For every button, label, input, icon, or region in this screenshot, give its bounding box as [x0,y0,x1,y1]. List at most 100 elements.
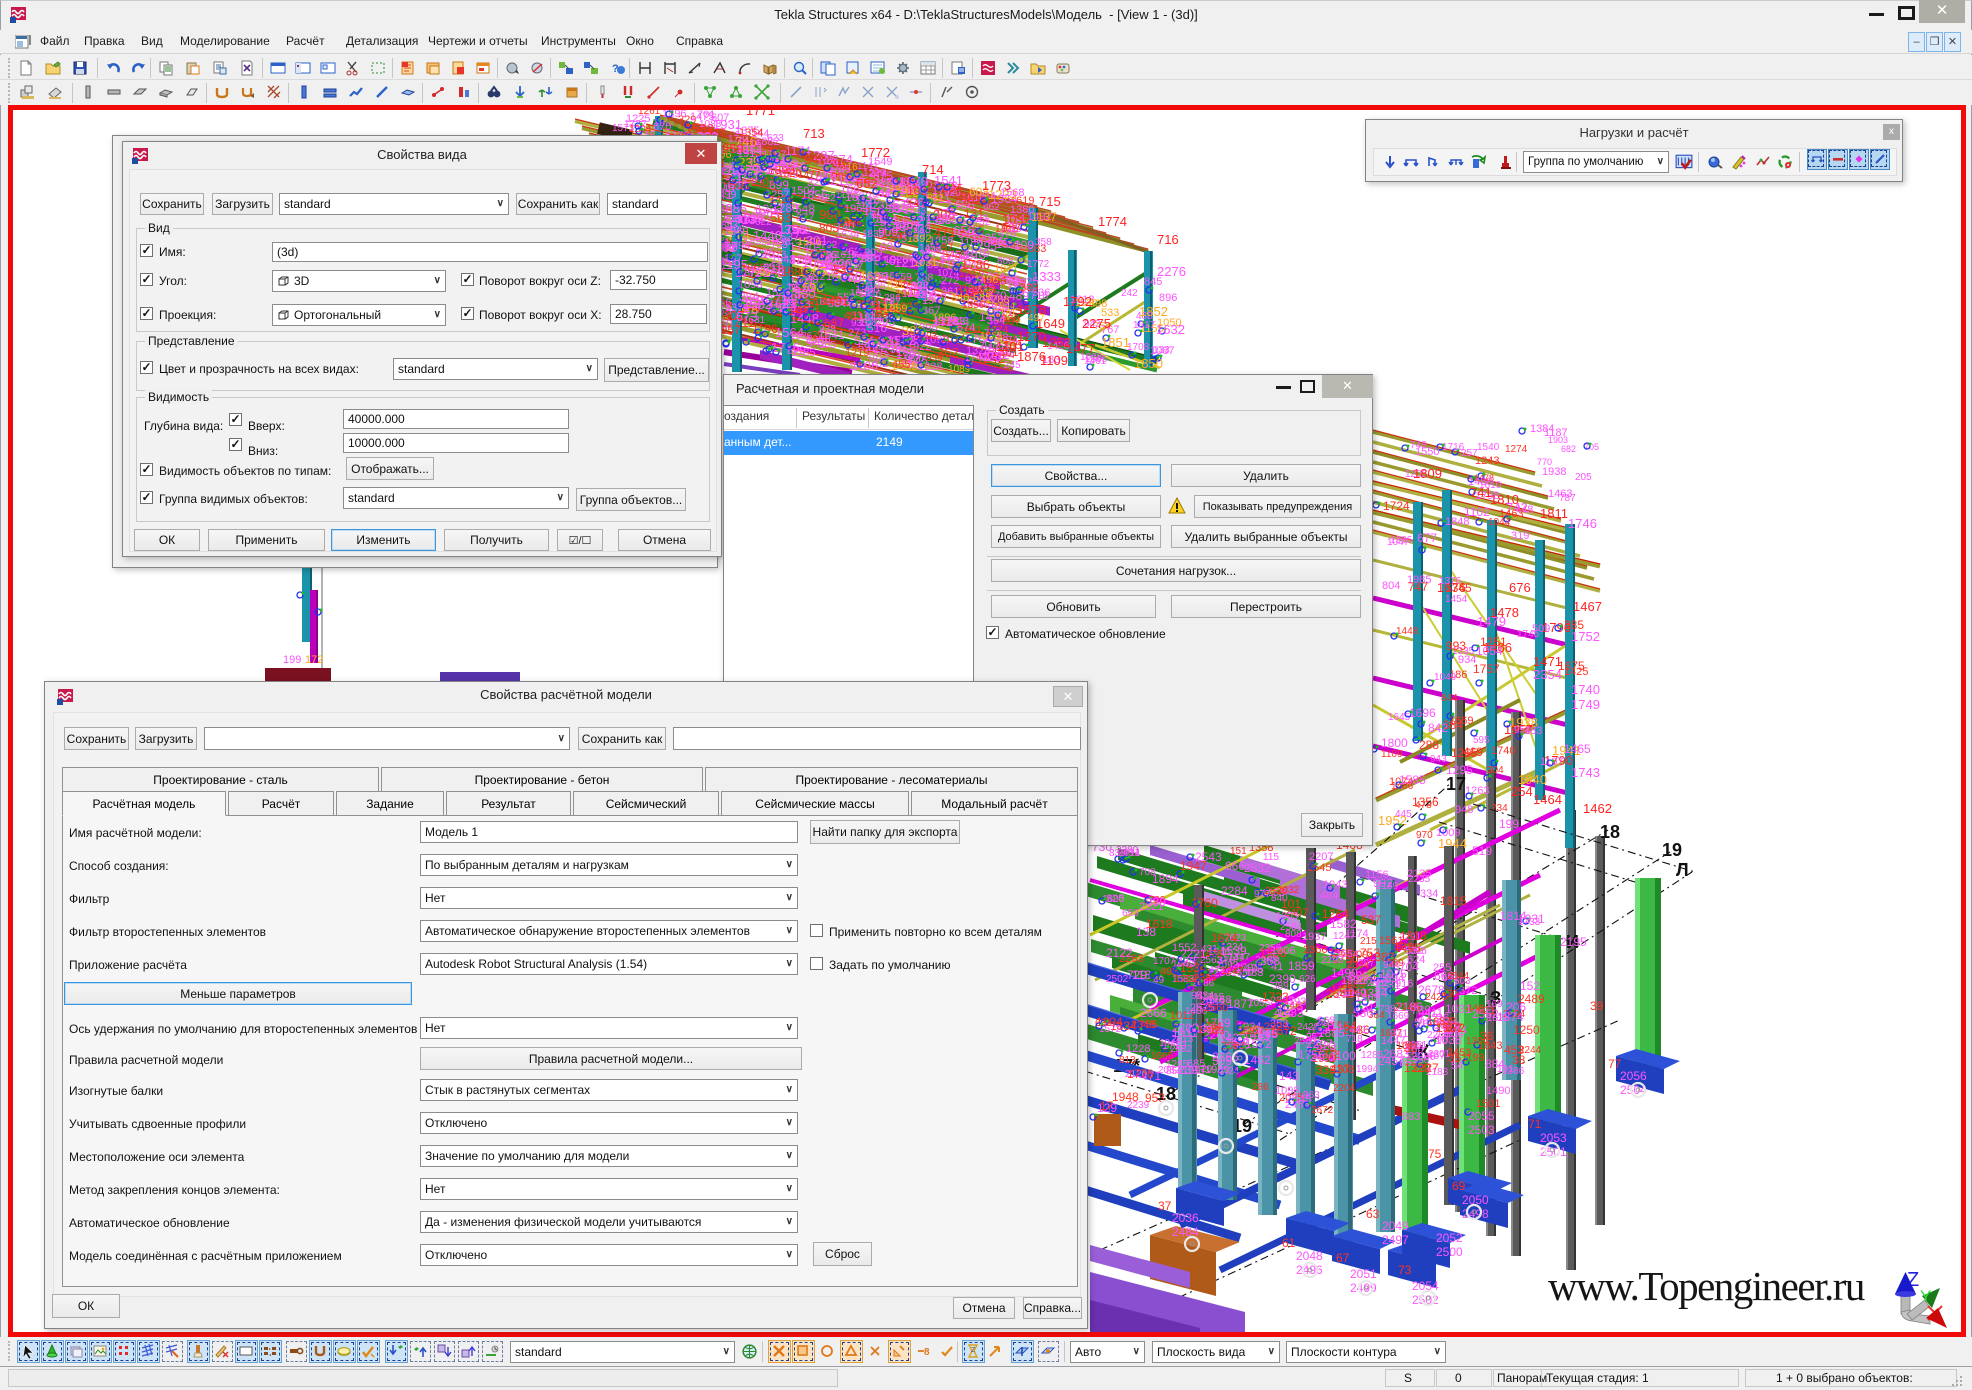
svg-text:339: 339 [1146,895,1166,909]
svg-text:254: 254 [1511,784,1533,799]
svg-text:1859: 1859 [1288,959,1315,973]
svg-text:1490: 1490 [1486,1085,1510,1097]
svg-text:1774: 1774 [986,325,1009,336]
svg-text:172: 172 [305,654,323,666]
svg-text:340: 340 [951,292,969,304]
svg-text:2502: 2502 [1106,974,1129,985]
svg-text:152: 152 [1520,979,1540,993]
svg-text:1963: 1963 [844,203,868,215]
svg-text:1044: 1044 [1488,517,1511,528]
svg-text:1815: 1815 [1440,894,1467,908]
svg-text:509: 509 [1532,623,1550,635]
svg-text:2344: 2344 [1347,960,1370,971]
svg-text:2195: 2195 [1560,935,1587,949]
svg-text:1462: 1462 [1244,1053,1271,1067]
svg-text:1582: 1582 [1330,917,1357,931]
svg-text:406: 406 [728,224,745,235]
svg-text:872: 872 [907,354,925,366]
svg-text:626: 626 [1299,974,1316,985]
svg-text:1458: 1458 [919,243,942,254]
svg-text:1618: 1618 [1146,917,1173,931]
svg-text:1049: 1049 [1434,672,1457,683]
svg-text:666: 666 [1225,859,1245,873]
svg-text:17: 17 [1446,774,1466,794]
svg-text:19: 19 [1662,840,1682,860]
svg-text:992: 992 [1373,876,1393,890]
svg-text:2672: 2672 [1311,1105,1334,1116]
svg-text:17: 17 [1100,1099,1114,1113]
svg-text:1708: 1708 [1127,342,1150,353]
svg-text:1939: 1939 [1205,1064,1229,1076]
svg-text:909: 909 [878,225,898,239]
svg-text:1572: 1572 [1245,1037,1272,1051]
svg-text:1371: 1371 [759,292,788,307]
svg-text:151: 151 [1230,846,1247,857]
svg-text:2284: 2284 [1221,884,1248,898]
svg-text:1557: 1557 [1436,1021,1463,1035]
svg-text:1947: 1947 [1180,859,1207,873]
svg-text:71: 71 [1528,1117,1542,1131]
svg-text:2660: 2660 [1204,1002,1228,1014]
svg-text:280: 280 [935,211,955,225]
svg-text:304: 304 [1487,765,1504,776]
svg-text:1540: 1540 [1477,442,1500,453]
svg-text:389: 389 [1272,981,1289,992]
svg-text:1384: 1384 [1530,423,1554,435]
svg-text:118: 118 [1132,968,1151,982]
svg-text:1585: 1585 [1399,773,1426,787]
svg-text:519: 519 [1472,844,1492,858]
svg-text:Y: Y [1920,1287,1931,1306]
svg-text:1874: 1874 [1497,1010,1524,1024]
svg-text:748: 748 [1410,440,1427,451]
svg-text:1247: 1247 [1221,966,1244,977]
svg-text:1749: 1749 [1571,697,1600,712]
svg-text:1638: 1638 [766,236,790,248]
svg-text:1674: 1674 [1211,931,1238,945]
svg-text:469: 469 [1463,745,1483,759]
svg-text:1811: 1811 [1540,506,1568,521]
svg-text:844: 844 [1441,693,1458,704]
svg-text:1479: 1479 [1477,614,1506,629]
svg-text:234: 234 [1491,803,1508,814]
svg-text:811: 811 [887,279,905,291]
svg-text:2500: 2500 [1436,1245,1463,1259]
svg-text:1303: 1303 [1276,911,1299,922]
svg-text:1696: 1696 [1409,706,1436,720]
svg-text:385: 385 [1564,618,1584,632]
svg-text:1464: 1464 [1533,792,1562,807]
svg-text:682: 682 [1561,444,1576,454]
svg-text:804: 804 [1382,580,1400,592]
svg-text:1047: 1047 [1387,537,1410,548]
svg-text:1251: 1251 [1480,635,1507,649]
svg-text:1771: 1771 [746,110,775,118]
svg-text:334: 334 [1420,888,1438,900]
svg-text:8: 8 [924,1347,930,1358]
svg-text:1137: 1137 [1031,210,1057,224]
svg-text:2122: 2122 [1106,946,1133,960]
svg-text:2052: 2052 [1436,1231,1463,1245]
svg-text:548: 548 [795,202,815,216]
svg-text:1792: 1792 [1063,294,1092,309]
svg-text:1433: 1433 [1277,1006,1304,1020]
svg-text:35: 35 [1448,1051,1462,1065]
svg-text:2204: 2204 [1333,1083,1356,1094]
svg-text:1746: 1746 [1568,516,1597,531]
svg-text:977: 977 [1254,889,1271,900]
svg-text:530: 530 [1353,1006,1373,1020]
svg-text:36: 36 [1480,1029,1494,1043]
svg-text:1380: 1380 [1010,204,1034,216]
svg-text:830: 830 [1109,848,1126,859]
svg-text:301: 301 [806,233,828,248]
svg-text:1773: 1773 [982,178,1011,193]
svg-text:1851: 1851 [1101,335,1130,350]
svg-text:713: 713 [803,126,825,141]
svg-text:319: 319 [1511,530,1529,542]
svg-text:2321: 2321 [1264,1021,1288,1033]
svg-text:61: 61 [1282,1236,1296,1250]
svg-text:1757: 1757 [1473,662,1500,676]
svg-text:67: 67 [1336,1251,1350,1265]
svg-text:242: 242 [1121,288,1138,299]
svg-text:1617: 1617 [1133,320,1156,331]
svg-text:1894: 1894 [1152,872,1179,886]
svg-text:2055: 2055 [1468,1109,1495,1123]
